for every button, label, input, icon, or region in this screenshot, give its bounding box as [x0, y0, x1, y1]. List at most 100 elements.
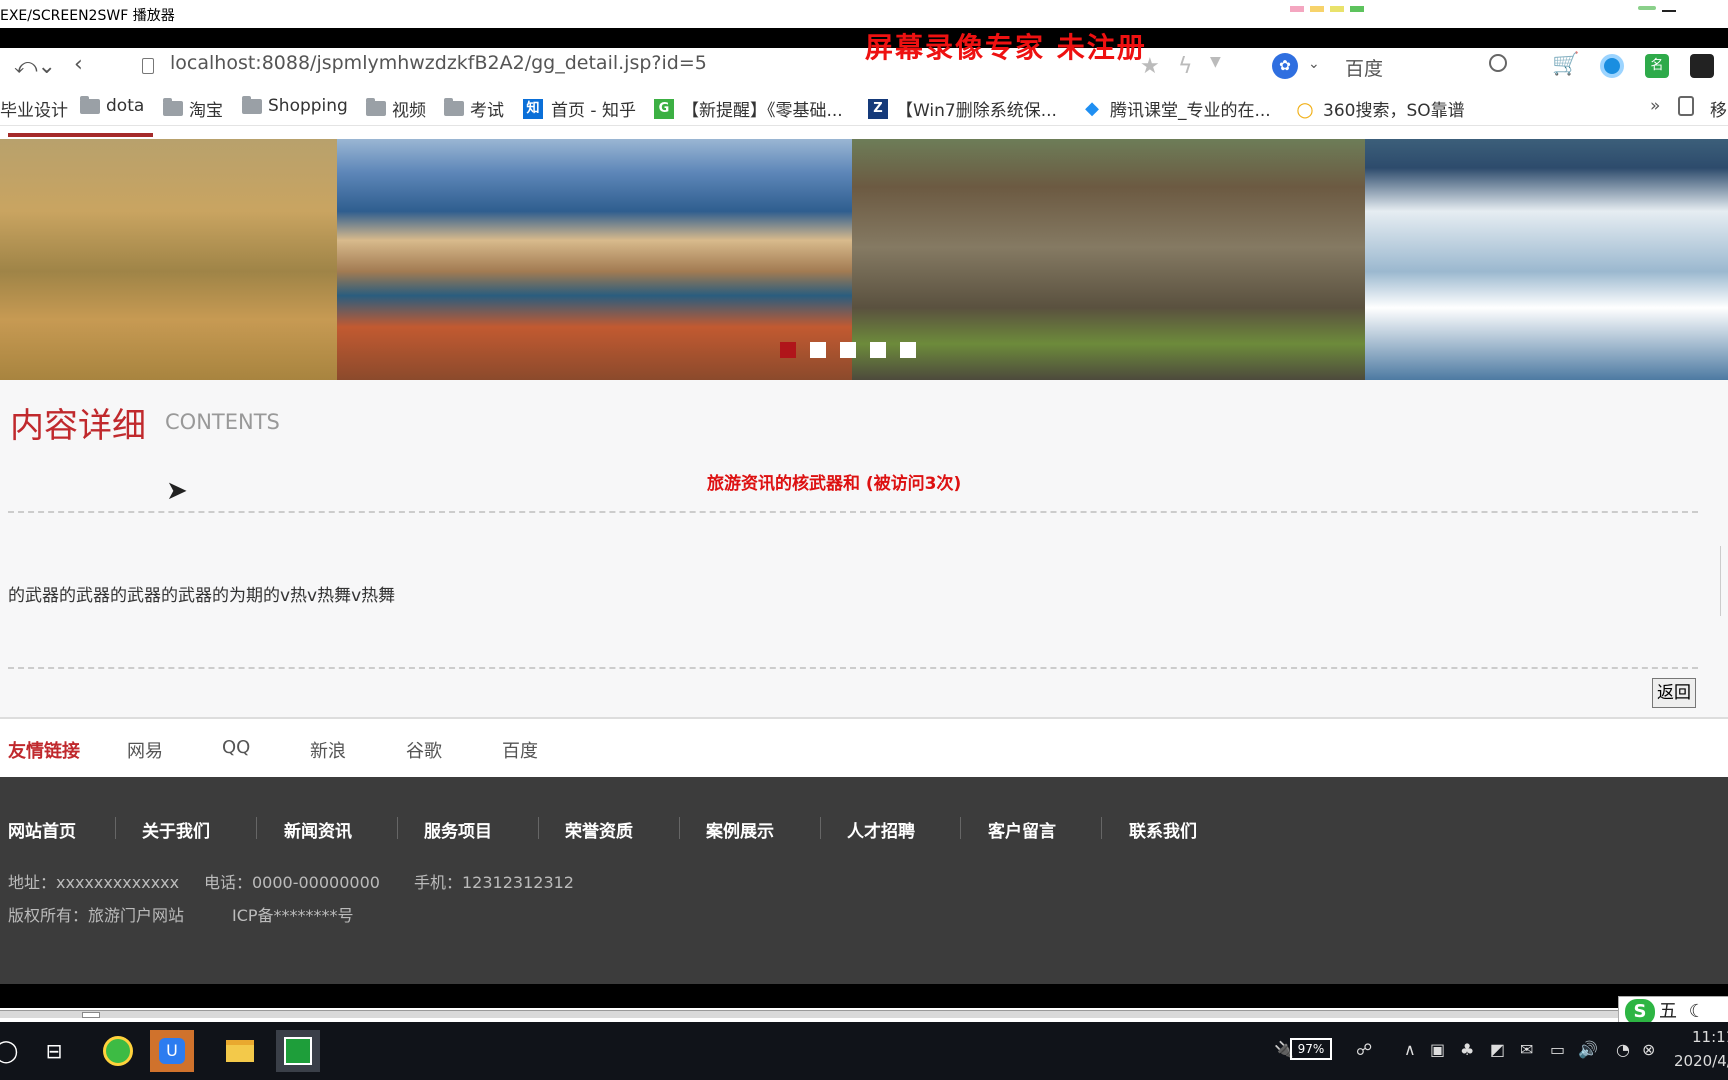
- bookmark-item[interactable]: 知首页 - 知乎: [523, 96, 636, 121]
- footer-separator: [256, 817, 257, 839]
- bookmark-item[interactable]: dota: [80, 95, 144, 116]
- search-circle-icon[interactable]: ◯: [0, 1030, 28, 1072]
- uu-app-icon[interactable]: U: [150, 1030, 194, 1072]
- tray-app-icon[interactable]: ◩: [1490, 1040, 1505, 1059]
- cart-icon[interactable]: 🛒: [1552, 52, 1579, 77]
- minimize-button[interactable]: [1662, 10, 1676, 12]
- friend-link[interactable]: QQ: [222, 737, 250, 758]
- bookmark-label: 腾讯课堂_专业的在...: [1110, 101, 1271, 121]
- battery-tray-icon[interactable]: ▭: [1550, 1040, 1565, 1059]
- bookmarks-more[interactable]: »: [1650, 96, 1660, 116]
- bookmark-item[interactable]: 视频: [366, 96, 426, 121]
- bookmark-label: 视频: [392, 101, 426, 121]
- search-icon[interactable]: [1489, 54, 1507, 72]
- back-button[interactable]: 返回: [1652, 678, 1696, 708]
- address-bar[interactable]: localhost:8088/jspmlymhwzdzkfB2A2/gg_det…: [170, 52, 707, 74]
- footer-nav-item[interactable]: 关于我们: [142, 817, 210, 842]
- footer-nav-item[interactable]: 人才招聘: [847, 817, 915, 842]
- friend-link[interactable]: 谷歌: [406, 737, 442, 763]
- clock-time[interactable]: 11:11: [1692, 1028, 1728, 1046]
- bookmark-item[interactable]: Z 【Win7删除系统保...: [868, 96, 1057, 121]
- footer-nav-item[interactable]: 新闻资讯: [284, 817, 352, 842]
- battery-indicator[interactable]: 97%: [1290, 1038, 1332, 1060]
- friend-link[interactable]: 新浪: [310, 737, 346, 763]
- tray-app-icon[interactable]: ▣: [1430, 1040, 1445, 1059]
- back-icon[interactable]: ‹: [74, 52, 83, 77]
- taskbar: ◯ ⊟ U 🔌 97% ☍ ∧ ▣ ♣ ◩ ✉ ▭ 🔊 ◔ ⊗ 11:11 20…: [0, 1022, 1728, 1080]
- footer-nav-item[interactable]: 联系我们: [1129, 817, 1197, 842]
- browser-360-icon[interactable]: [96, 1030, 140, 1072]
- site-footer: 网站首页 关于我们 新闻资讯 服务项目 荣誉资质 案例展示 人才招聘 客户留言 …: [0, 777, 1728, 984]
- carousel-dot[interactable]: [900, 342, 916, 358]
- tray-chevron-icon[interactable]: ∧: [1404, 1040, 1416, 1059]
- friend-links: 友情链接 网易 QQ 新浪 谷歌 百度: [0, 717, 1728, 777]
- extension-green-icon[interactable]: 名: [1645, 54, 1669, 78]
- bookmark-item[interactable]: Shopping: [242, 95, 348, 116]
- chevron-down-icon[interactable]: ▼: [1210, 54, 1221, 70]
- bookmark-item[interactable]: ○ 360搜索，SO靠谱: [1295, 96, 1465, 121]
- extension-blue-icon[interactable]: [1600, 54, 1624, 78]
- folder-icon: [242, 95, 262, 114]
- friend-link[interactable]: 百度: [502, 737, 538, 763]
- bookmark-label: 淘宝: [189, 101, 223, 121]
- wechat-icon[interactable]: ✉: [1520, 1040, 1533, 1059]
- carousel-dot[interactable]: [840, 342, 856, 358]
- engine-chevron-icon[interactable]: ⌄: [1308, 56, 1320, 72]
- footer-nav-item[interactable]: 客户留言: [988, 817, 1056, 842]
- mobile-icon[interactable]: [1678, 96, 1694, 116]
- footer-separator: [115, 817, 116, 839]
- bookmark-label: 考试: [470, 101, 504, 121]
- people-icon[interactable]: ☍: [1356, 1040, 1372, 1059]
- thumbnail-strip: [1290, 0, 1378, 12]
- qq-icon[interactable]: ♣: [1460, 1040, 1474, 1059]
- lightning-icon[interactable]: ϟ: [1178, 54, 1193, 79]
- playback-slider[interactable]: [0, 1010, 1728, 1018]
- article-title: 旅游资讯的核武器和 (被访问3次): [707, 474, 962, 494]
- ime-mode-label: 五: [1659, 1001, 1677, 1022]
- footer-nav-item[interactable]: 服务项目: [424, 817, 492, 842]
- bookmark-item[interactable]: ◆ 腾讯课堂_专业的在...: [1082, 96, 1271, 121]
- banner-image-coastal-town: [337, 139, 852, 380]
- bookmarks-bar: 毕业设计 dota 淘宝 Shopping 视频 考试 知首页 - 知乎 G 【新…: [0, 88, 1728, 126]
- browser-toolbar: ⤺⌄ ‹ localhost:8088/jspmlymhwzdzkfB2A2/g…: [0, 48, 1728, 88]
- wifi-icon[interactable]: ◔: [1616, 1040, 1630, 1059]
- scrollbar[interactable]: [1720, 546, 1728, 616]
- carousel-dot[interactable]: [780, 342, 796, 358]
- bookmark-item[interactable]: 淘宝: [163, 96, 223, 121]
- recorder-watermark: 屏幕录像专家 未注册: [865, 31, 1147, 64]
- banner-image-savanna: [0, 139, 337, 380]
- bookmark-item[interactable]: G 【新提醒】《零基础...: [654, 96, 843, 121]
- menu-grid-icon[interactable]: [1690, 54, 1714, 78]
- footer-phone: 电话：0000-00000000: [204, 873, 380, 892]
- footer-nav-item[interactable]: 案例展示: [706, 817, 774, 842]
- file-explorer-icon[interactable]: [218, 1030, 262, 1072]
- volume-icon[interactable]: 🔊: [1578, 1040, 1598, 1059]
- footer-separator: [820, 817, 821, 839]
- page-load-indicator: [8, 133, 153, 137]
- progress-indicator: [1638, 6, 1656, 10]
- tencent-class-icon: ◆: [1082, 98, 1102, 119]
- undo-icon[interactable]: ⤺⌄: [14, 54, 56, 79]
- bookmark-label: 【新提醒】《零基础...: [682, 101, 843, 121]
- screen-recorder-icon[interactable]: [276, 1030, 320, 1072]
- mobile-label[interactable]: 移: [1710, 96, 1727, 121]
- window-controls: [1638, 2, 1722, 22]
- bookmark-item[interactable]: 毕业设计: [0, 96, 68, 121]
- footer-nav-item[interactable]: 网站首页: [8, 817, 76, 842]
- baidu-paw-icon[interactable]: ✿: [1272, 53, 1298, 79]
- playback-slider-thumb[interactable]: [82, 1012, 100, 1018]
- task-view-icon[interactable]: ⊟: [32, 1030, 76, 1072]
- carousel-dot[interactable]: [870, 342, 886, 358]
- search-engine-label[interactable]: 百度: [1345, 54, 1383, 81]
- carousel-dot[interactable]: [810, 342, 826, 358]
- bookmark-label: Shopping: [268, 96, 348, 116]
- bookmark-item[interactable]: 考试: [444, 96, 504, 121]
- notification-close-icon[interactable]: ⊗: [1642, 1040, 1655, 1059]
- section-subtitle: CONTENTS: [165, 410, 280, 434]
- divider: [8, 511, 1698, 513]
- footer-copyright: 版权所有：旅游门户网站: [8, 906, 185, 925]
- friend-link[interactable]: 网易: [127, 737, 163, 763]
- clock-date[interactable]: 2020/4/: [1674, 1052, 1728, 1070]
- footer-nav-item[interactable]: 荣誉资质: [565, 817, 633, 842]
- g-icon: G: [654, 98, 674, 119]
